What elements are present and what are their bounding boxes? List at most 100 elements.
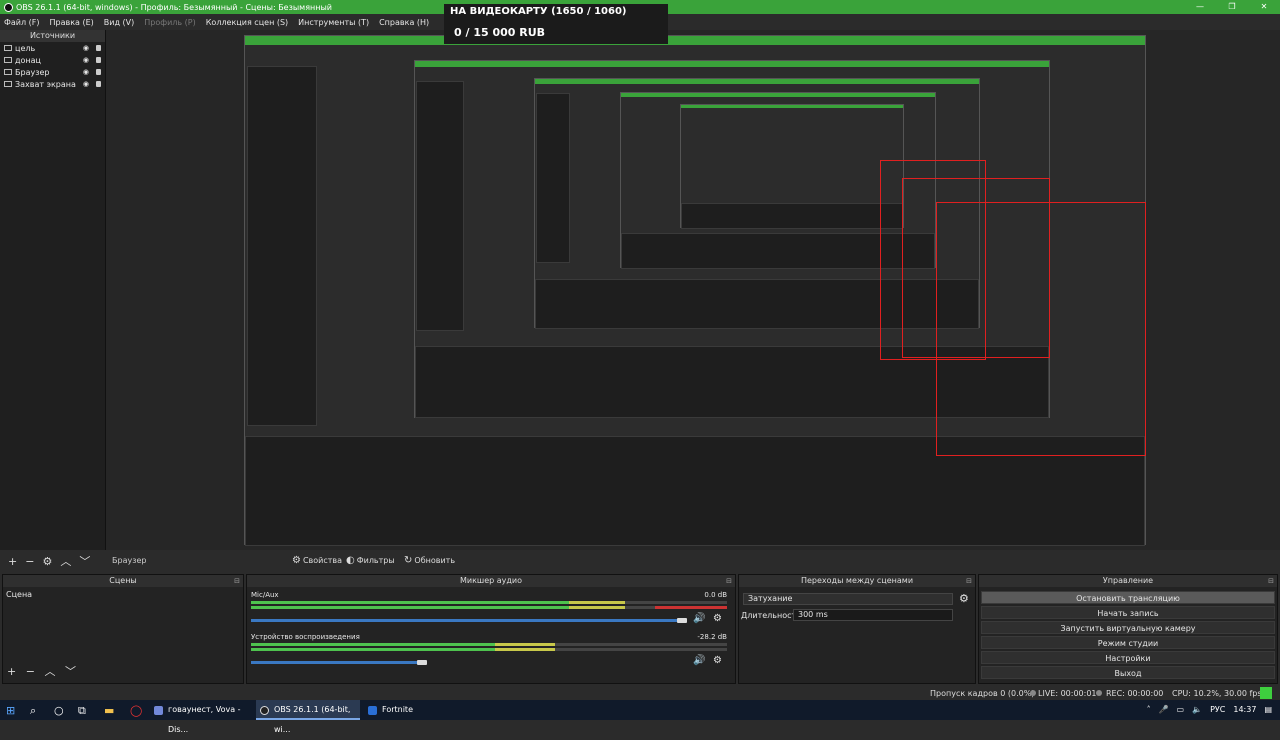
taskbar-app-discord[interactable]: говаунест, Vova - Dis... bbox=[150, 700, 252, 734]
lock-icon[interactable] bbox=[96, 81, 101, 87]
source-item[interactable]: цель ◉ bbox=[0, 42, 105, 54]
menu-profile[interactable]: Профиль (P) bbox=[144, 18, 195, 27]
volume-meter bbox=[251, 601, 727, 604]
live-timer: LIVE: 00:00:01 bbox=[1038, 689, 1097, 698]
status-bar: Пропуск кадров 0 (0.0%) LIVE: 00:00:01 R… bbox=[0, 686, 1280, 700]
chevron-up-icon[interactable]: ˄ bbox=[1147, 700, 1151, 720]
scene-item[interactable]: Сцена bbox=[3, 589, 243, 601]
add-source-button[interactable]: + bbox=[8, 555, 17, 568]
source-item[interactable]: Браузер ◉ bbox=[0, 66, 105, 78]
volume-icon[interactable]: 🔈 bbox=[1192, 700, 1202, 720]
remove-source-button[interactable]: − bbox=[25, 555, 34, 568]
maximize-button[interactable]: ❐ bbox=[1216, 0, 1248, 14]
opera-icon[interactable]: ◯ bbox=[130, 704, 142, 717]
window-title: OBS 26.1.1 (64-bit, windows) - Профиль: … bbox=[16, 2, 332, 12]
cpu-usage: CPU: 10.2%, 30.00 fps bbox=[1172, 689, 1262, 698]
file-explorer-icon[interactable]: ▬ bbox=[104, 704, 114, 717]
channel-db: 0.0 dB bbox=[704, 591, 727, 599]
move-down-icon[interactable]: ﹀ bbox=[65, 665, 76, 678]
taskbar-app-fortnite[interactable]: Fortnite bbox=[364, 700, 460, 720]
volume-slider[interactable] bbox=[251, 661, 421, 664]
eye-icon[interactable]: ◉ bbox=[83, 68, 89, 76]
exit-button[interactable]: Выход bbox=[981, 666, 1275, 679]
donation-goal-widget: НА ВИДЕОКАРТУ (1650 / 1060) 0 / 15 000 R… bbox=[444, 4, 668, 44]
mixer-header: Микшер аудио bbox=[459, 576, 523, 585]
volume-slider-handle[interactable] bbox=[677, 618, 687, 623]
volume-meter bbox=[251, 648, 727, 651]
volume-slider-handle[interactable] bbox=[417, 660, 427, 665]
dock-float-icon[interactable]: ⊟ bbox=[966, 575, 972, 587]
donation-goal-title: НА ВИДЕОКАРТУ (1650 / 1060) bbox=[450, 6, 627, 17]
volume-slider[interactable] bbox=[251, 619, 681, 622]
gear-icon[interactable]: ⚙ bbox=[959, 592, 969, 605]
windows-taskbar: ⊞ ⌕ ○ ⧉ ▬ ◯ говаунест, Vova - Dis... OBS… bbox=[0, 700, 1280, 734]
taskbar-app-obs[interactable]: OBS 26.1.1 (64-bit, wi... bbox=[256, 700, 360, 734]
move-down-icon[interactable]: ﹀ bbox=[79, 553, 90, 569]
eye-icon[interactable]: ◉ bbox=[83, 56, 89, 64]
dock-float-icon[interactable]: ⊟ bbox=[234, 575, 240, 587]
menu-view[interactable]: Вид (V) bbox=[104, 18, 134, 27]
controls-dock: Управление ⊟ Остановить трансляцию Начат… bbox=[978, 574, 1278, 684]
source-type-icon bbox=[4, 69, 12, 75]
gear-icon[interactable]: ⚙ bbox=[713, 655, 722, 666]
controls-header: Управление bbox=[1102, 576, 1154, 585]
channel-db: -28.2 dB bbox=[697, 633, 727, 641]
task-view-icon[interactable]: ⧉ bbox=[78, 704, 86, 718]
eye-icon[interactable]: ◉ bbox=[83, 44, 89, 52]
add-scene-button[interactable]: + bbox=[7, 665, 16, 678]
refresh-button[interactable]: ↻ Обновить bbox=[404, 555, 455, 566]
dock-float-icon[interactable]: ⊟ bbox=[726, 575, 732, 587]
gear-icon[interactable]: ⚙ bbox=[42, 555, 52, 568]
mixer-channel: Устройство воспроизведения -28.2 dB 🔊 ⚙ bbox=[251, 633, 727, 669]
eye-icon[interactable]: ◉ bbox=[83, 80, 89, 88]
source-type-icon bbox=[4, 57, 12, 63]
duration-input[interactable]: 300 ms bbox=[793, 609, 953, 621]
window-controls: — ❐ ✕ bbox=[1184, 0, 1280, 14]
lock-icon[interactable] bbox=[96, 57, 101, 63]
remove-scene-button[interactable]: − bbox=[26, 665, 35, 678]
network-icon[interactable]: ▭ bbox=[1177, 700, 1185, 720]
speaker-icon[interactable]: 🔊 bbox=[693, 655, 705, 666]
minimize-button[interactable]: — bbox=[1184, 0, 1216, 14]
duration-label: Длительность bbox=[741, 611, 801, 620]
menu-scene-collection[interactable]: Коллекция сцен (S) bbox=[206, 18, 288, 27]
menu-file[interactable]: Файл (F) bbox=[4, 18, 40, 27]
volume-meter bbox=[251, 606, 727, 609]
menu-tools[interactable]: Инструменты (T) bbox=[298, 18, 369, 27]
close-button[interactable]: ✕ bbox=[1248, 0, 1280, 14]
start-recording-button[interactable]: Начать запись bbox=[981, 606, 1275, 619]
filter-icon: ◐ bbox=[346, 555, 355, 566]
source-item[interactable]: Захват экрана ◉ bbox=[0, 78, 105, 90]
volume-meter bbox=[251, 643, 727, 646]
keyboard-language[interactable]: РУС bbox=[1210, 700, 1225, 720]
stop-streaming-button[interactable]: Остановить трансляцию bbox=[981, 591, 1275, 604]
clock[interactable]: 14:37 bbox=[1233, 700, 1256, 720]
live-indicator-icon bbox=[1030, 690, 1036, 696]
start-virtual-camera-button[interactable]: Запустить виртуальную камеру bbox=[981, 621, 1275, 634]
source-item[interactable]: донац ◉ bbox=[0, 54, 105, 66]
properties-button[interactable]: ⚙ Свойства bbox=[292, 555, 342, 566]
move-up-icon[interactable]: ︿ bbox=[60, 553, 71, 569]
speaker-icon[interactable]: 🔊 bbox=[693, 613, 705, 624]
windows-start-icon[interactable]: ⊞ bbox=[6, 704, 15, 717]
transition-select[interactable]: Затухание bbox=[743, 593, 953, 605]
move-up-icon[interactable]: ︿ bbox=[44, 665, 55, 678]
transitions-header: Переходы между сценами bbox=[800, 576, 914, 585]
source-type-icon bbox=[4, 45, 12, 51]
lock-icon[interactable] bbox=[96, 45, 101, 51]
selection-outline[interactable] bbox=[936, 202, 1146, 456]
menu-edit[interactable]: Правка (E) bbox=[50, 18, 94, 27]
audio-mixer-dock: Микшер аудио ⊟ Mic/Aux 0.0 dB 🔊 ⚙ Устрой… bbox=[246, 574, 736, 684]
filters-button[interactable]: ◐ Фильтры bbox=[346, 555, 395, 566]
gear-icon[interactable]: ⚙ bbox=[713, 613, 722, 624]
lock-icon[interactable] bbox=[96, 69, 101, 75]
studio-mode-button[interactable]: Режим студии bbox=[981, 636, 1275, 649]
cortana-icon[interactable]: ○ bbox=[54, 704, 64, 717]
settings-button[interactable]: Настройки bbox=[981, 651, 1275, 664]
microphone-icon[interactable]: 🎤 bbox=[1159, 700, 1169, 720]
notifications-icon[interactable]: ▤ bbox=[1264, 700, 1272, 720]
dock-float-icon[interactable]: ⊟ bbox=[1268, 575, 1274, 587]
preview-canvas[interactable] bbox=[106, 30, 1280, 550]
menu-help[interactable]: Справка (H) bbox=[379, 18, 429, 27]
search-icon[interactable]: ⌕ bbox=[30, 704, 36, 718]
